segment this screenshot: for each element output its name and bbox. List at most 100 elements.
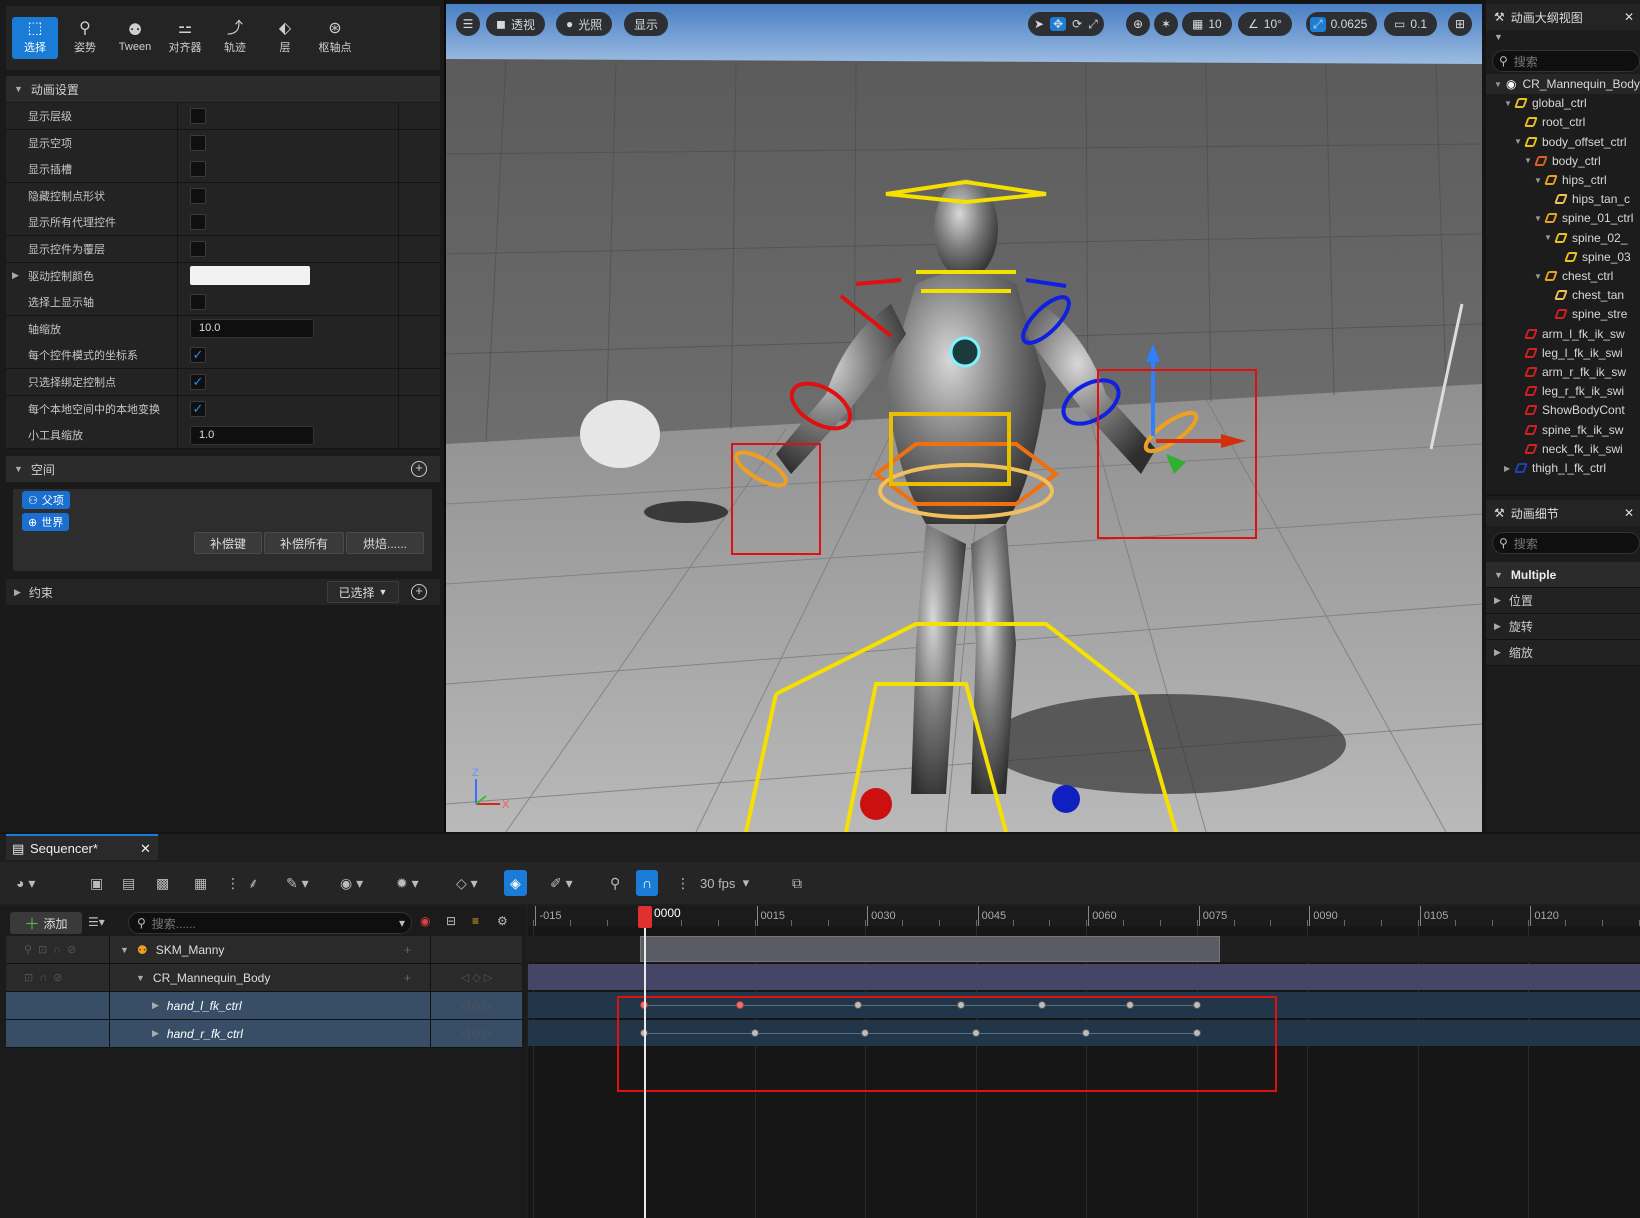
add-constraint-icon[interactable]: + bbox=[411, 584, 427, 600]
constraints-dropdown[interactable]: 已选择 ▼ bbox=[327, 581, 399, 603]
checkbox[interactable] bbox=[190, 161, 206, 178]
add-subtrack-icon[interactable]: + bbox=[404, 943, 411, 957]
outliner-item[interactable]: arm_r_fk_ik_sw bbox=[1486, 362, 1640, 382]
tree-toggle-icon[interactable]: ▼ bbox=[1494, 80, 1506, 89]
filter-dropdown-icon[interactable]: ▼ bbox=[1494, 32, 1503, 42]
checkbox-checked[interactable]: ✓ bbox=[190, 400, 206, 417]
tree-toggle-icon[interactable]: ▶ bbox=[152, 1028, 159, 1039]
checkbox[interactable] bbox=[190, 214, 206, 231]
outliner-item[interactable]: leg_r_fk_ik_swi bbox=[1486, 381, 1640, 401]
layout-button[interactable]: ⊞ bbox=[1448, 12, 1472, 36]
show-button[interactable]: 显示 bbox=[624, 12, 669, 36]
outliner-item[interactable]: ▼ chest_ctrl bbox=[1486, 266, 1640, 286]
tree-toggle-icon[interactable]: ▼ bbox=[120, 945, 129, 955]
anim-settings-header[interactable]: ▼ 动画设置 bbox=[6, 76, 440, 102]
list-icon[interactable]: ≡ bbox=[472, 914, 479, 928]
pen-icon[interactable]: ✐ ▾ bbox=[550, 872, 573, 894]
cr-section-bar[interactable] bbox=[528, 964, 1640, 990]
gear-icon[interactable]: ⚙ bbox=[497, 914, 508, 928]
mode-button-0[interactable]: ⬚ 选择 bbox=[12, 17, 58, 59]
scale-icon[interactable]: ⤢ bbox=[1088, 17, 1098, 32]
outliner-item[interactable]: root_ctrl bbox=[1486, 112, 1640, 132]
surface-snap-button[interactable]: ✶ bbox=[1154, 12, 1178, 36]
mode-button-1[interactable]: ⚲ 姿势 bbox=[62, 17, 108, 59]
world-icon[interactable]: ◕ ▾ bbox=[16, 872, 35, 894]
close-icon[interactable]: ✕ bbox=[1624, 10, 1634, 24]
compensate-key-button[interactable]: 补偿键 bbox=[194, 532, 262, 554]
tree-toggle-icon[interactable]: ▼ bbox=[136, 973, 145, 983]
mode-button-5[interactable]: ⬖ 层 bbox=[262, 17, 308, 59]
outliner-item[interactable]: leg_l_fk_ik_swi bbox=[1486, 343, 1640, 363]
number-input[interactable]: 1.0 bbox=[190, 425, 314, 445]
more-icon[interactable]: ⋮ bbox=[676, 872, 690, 894]
track-row[interactable]: ▶ hand_l_fk_ctrl ◁ ◇ ▷ bbox=[6, 992, 522, 1020]
find-asset-icon[interactable]: ▤ bbox=[122, 872, 135, 894]
tools-icon[interactable]: ✎ ▾ bbox=[286, 872, 309, 894]
viewport-menu-button[interactable]: ☰ bbox=[456, 12, 480, 36]
track-row[interactable]: ⚲⊡∩⊘ ▼ ⚉ SKM_Manny + bbox=[6, 936, 522, 964]
scale-snap-button[interactable]: ⤢ 0.0625 bbox=[1306, 12, 1378, 36]
details-search-input[interactable]: ⚲ 搜索 bbox=[1492, 532, 1640, 554]
curve-editor-icon[interactable]: ⧉ bbox=[792, 872, 802, 894]
time-ruler[interactable]: -015 0015 0030 0045 0060 0075 0090 0105 0120 bbox=[528, 906, 1640, 926]
details-row[interactable]: ▶ 缩放 bbox=[1486, 640, 1640, 666]
rotation-snap-button[interactable]: ∠ 10° bbox=[1238, 12, 1292, 36]
checkbox[interactable] bbox=[190, 108, 206, 124]
number-input[interactable]: 10.0 bbox=[190, 319, 314, 339]
outliner-item[interactable]: arm_l_fk_ik_sw bbox=[1486, 324, 1640, 344]
checkbox-checked[interactable]: ✓ bbox=[190, 374, 206, 390]
track-lock-icons[interactable]: ⊡∩⊘ bbox=[6, 964, 110, 991]
mode-button-6[interactable]: ⊛ 枢轴点 bbox=[312, 17, 358, 59]
space-header[interactable]: ▼ 空间 bbox=[6, 456, 440, 482]
checkbox-checked[interactable]: ✓ bbox=[190, 347, 206, 364]
more-icon[interactable]: ⋮ bbox=[226, 872, 240, 894]
track-lock-icons[interactable] bbox=[6, 1020, 110, 1047]
key-navigation-icons[interactable]: ◁ ◇ ▷ bbox=[430, 1020, 522, 1047]
save-icon[interactable]: ▣ bbox=[90, 872, 103, 894]
track-search-input[interactable]: ⚲ 搜索...... ▾ bbox=[128, 912, 412, 934]
track-lock-icons[interactable] bbox=[6, 992, 110, 1019]
marker-icon[interactable]: ⚲ bbox=[610, 872, 620, 894]
compensate-all-button[interactable]: 补偿所有 bbox=[264, 532, 344, 554]
outliner-item[interactable]: ▼ ◉ CR_Mannequin_Body bbox=[1486, 74, 1640, 94]
outliner-item[interactable]: spine_03 bbox=[1486, 247, 1640, 267]
timeline-area[interactable]: -015 0015 0030 0045 0060 0075 0090 0105 0120 000… bbox=[528, 906, 1640, 1218]
select-arrow-icon[interactable]: ➤ bbox=[1034, 17, 1044, 31]
auto-key-icon[interactable]: ◈ bbox=[504, 870, 527, 896]
outliner-item[interactable]: spine_fk_ik_sw bbox=[1486, 420, 1640, 440]
eye-icon[interactable]: ◉ ▾ bbox=[340, 872, 363, 894]
magnet-snap-icon[interactable]: ∩ bbox=[636, 870, 659, 896]
gear-icon[interactable]: ✹ ▾ bbox=[396, 872, 419, 894]
outliner-search-input[interactable]: ⚲ 搜索 bbox=[1492, 50, 1640, 72]
outliner-item[interactable]: spine_stre bbox=[1486, 304, 1640, 324]
outliner-item[interactable]: ▼ spine_02_ bbox=[1486, 228, 1640, 248]
move-icon[interactable]: ✥ bbox=[1050, 17, 1067, 31]
perspective-button[interactable]: ◼ 透视 bbox=[486, 12, 545, 36]
mode-button-3[interactable]: ⚍ 对齐器 bbox=[162, 17, 208, 59]
checkbox[interactable] bbox=[190, 294, 206, 311]
key-navigation-icons[interactable] bbox=[430, 936, 522, 963]
outliner-item[interactable]: hips_tan_c bbox=[1486, 189, 1640, 209]
viewport[interactable]: Z X ☰ ◼ 透视 ● 光照 显示 ➤ ✥ ⟳ ⤢ ⊕ ✶ ▦ 10 ∠ 10… bbox=[446, 4, 1482, 832]
close-icon[interactable]: ✕ bbox=[140, 841, 151, 857]
sequencer-tab[interactable]: ▤ Sequencer* ✕ bbox=[6, 834, 158, 860]
expand-triangle-icon[interactable]: ▶ bbox=[12, 270, 19, 281]
filter-icon[interactable]: ☰▾ bbox=[88, 915, 105, 929]
key-icon[interactable]: ◇ ▾ bbox=[456, 872, 478, 894]
color-swatch[interactable] bbox=[190, 266, 310, 286]
clapper-icon[interactable]: ▦ bbox=[194, 872, 207, 894]
track-row[interactable]: ▶ hand_r_fk_ctrl ◁ ◇ ▷ bbox=[6, 1020, 522, 1048]
curve-icon[interactable]: ⸙ bbox=[248, 872, 259, 894]
outliner-item[interactable]: neck_fk_ik_swi bbox=[1486, 439, 1640, 459]
world-local-button[interactable]: ⊕ bbox=[1126, 12, 1150, 36]
outliner-item[interactable]: ▼ spine_01_ctrl bbox=[1486, 208, 1640, 228]
outliner-item[interactable]: ▶ thigh_l_fk_ctrl bbox=[1486, 458, 1640, 478]
mode-button-4[interactable]: ⤴ 轨迹 bbox=[212, 17, 258, 59]
record-icon[interactable]: ◉ bbox=[420, 914, 430, 928]
details-row[interactable]: ▶ 旋转 bbox=[1486, 614, 1640, 640]
add-subtrack-icon[interactable]: + bbox=[404, 971, 411, 985]
render-movie-icon[interactable]: ▩ bbox=[156, 872, 169, 894]
close-icon[interactable]: ✕ bbox=[1624, 506, 1634, 520]
outliner-item[interactable]: ▼ hips_ctrl bbox=[1486, 170, 1640, 190]
skm-section-bar[interactable] bbox=[640, 936, 1220, 962]
